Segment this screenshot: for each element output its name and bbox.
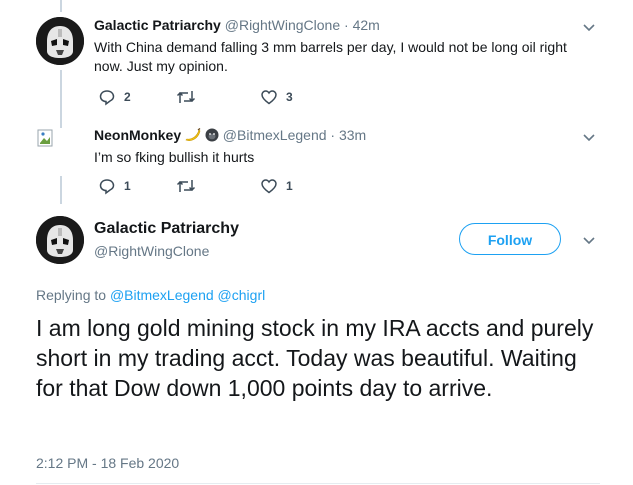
user-handle[interactable]: @BitmexLegend [223, 127, 327, 143]
chevron-down-icon[interactable] [580, 128, 598, 146]
like-button[interactable]: 3 [260, 88, 293, 106]
tweet-text: With China demand falling 3 mm barrels p… [94, 39, 567, 74]
heart-icon [261, 179, 277, 194]
follow-button[interactable]: Follow [459, 223, 561, 255]
replying-to: Replying to @BitmexLegend @chigrl [36, 287, 265, 303]
chevron-down-icon[interactable] [580, 18, 598, 36]
reply-button[interactable]: 1 [98, 177, 131, 195]
separator-dot: · [344, 17, 349, 33]
separator-dot: · [330, 127, 336, 143]
mention-link-bitmexlegend[interactable]: @BitmexLegend [110, 287, 214, 303]
retweet-button[interactable] [176, 88, 196, 106]
display-name[interactable]: Galactic Patriarchy [94, 17, 221, 33]
banana-emoji-icon [185, 127, 201, 141]
tweet-header: NeonMonkey @BitmexLegend · 33m [94, 127, 366, 143]
main-tweet-text: I am long gold mining stock in my IRA ac… [36, 315, 594, 401]
reply-icon [99, 90, 115, 106]
tweet-timestamp[interactable]: 2:12 PM - 18 Feb 2020 [36, 455, 179, 471]
display-name[interactable]: NeonMonkey [94, 127, 181, 143]
tweet-actions: 2 3 [98, 88, 398, 106]
like-count: 3 [286, 90, 293, 104]
reply-count: 1 [124, 179, 131, 193]
tweet-time[interactable]: 42m [353, 17, 380, 33]
tweet-text: I’m so fking bullish it hurts [94, 149, 255, 165]
retweet-icon [176, 180, 196, 192]
user-handle[interactable]: @RightWingClone [225, 17, 340, 33]
thread-line-top [60, 0, 62, 12]
replying-prefix: Replying to [36, 287, 107, 303]
thread-line-2 [60, 176, 62, 204]
stormtrooper-avatar-icon [36, 17, 84, 65]
reply-button[interactable]: 2 [98, 88, 131, 106]
tweet-time[interactable]: 33m [339, 127, 366, 143]
reply-count: 2 [124, 90, 131, 104]
tweet-header: Galactic Patriarchy @RightWingClone · 42… [94, 17, 380, 33]
main-display-name[interactable]: Galactic Patriarchy [94, 220, 239, 238]
reply-icon [99, 179, 115, 195]
stormtrooper-avatar-icon [36, 216, 84, 264]
retweet-icon [176, 91, 196, 103]
like-button[interactable]: 1 [260, 177, 293, 195]
divider [36, 483, 600, 484]
chevron-down-icon[interactable] [580, 231, 598, 249]
like-count: 1 [286, 179, 293, 193]
retweet-button[interactable] [176, 177, 196, 195]
heart-icon [261, 90, 277, 105]
mention-link-chigrl[interactable]: @chigrl [218, 287, 266, 303]
thread-line-1 [60, 70, 62, 128]
avatar[interactable] [36, 216, 84, 264]
main-user-handle[interactable]: @RightWingClone [94, 243, 209, 259]
gorilla-emoji-icon [205, 128, 219, 142]
tweet-actions: 1 1 [98, 177, 398, 195]
broken-avatar-image-icon[interactable] [36, 128, 84, 176]
avatar[interactable] [36, 17, 84, 65]
